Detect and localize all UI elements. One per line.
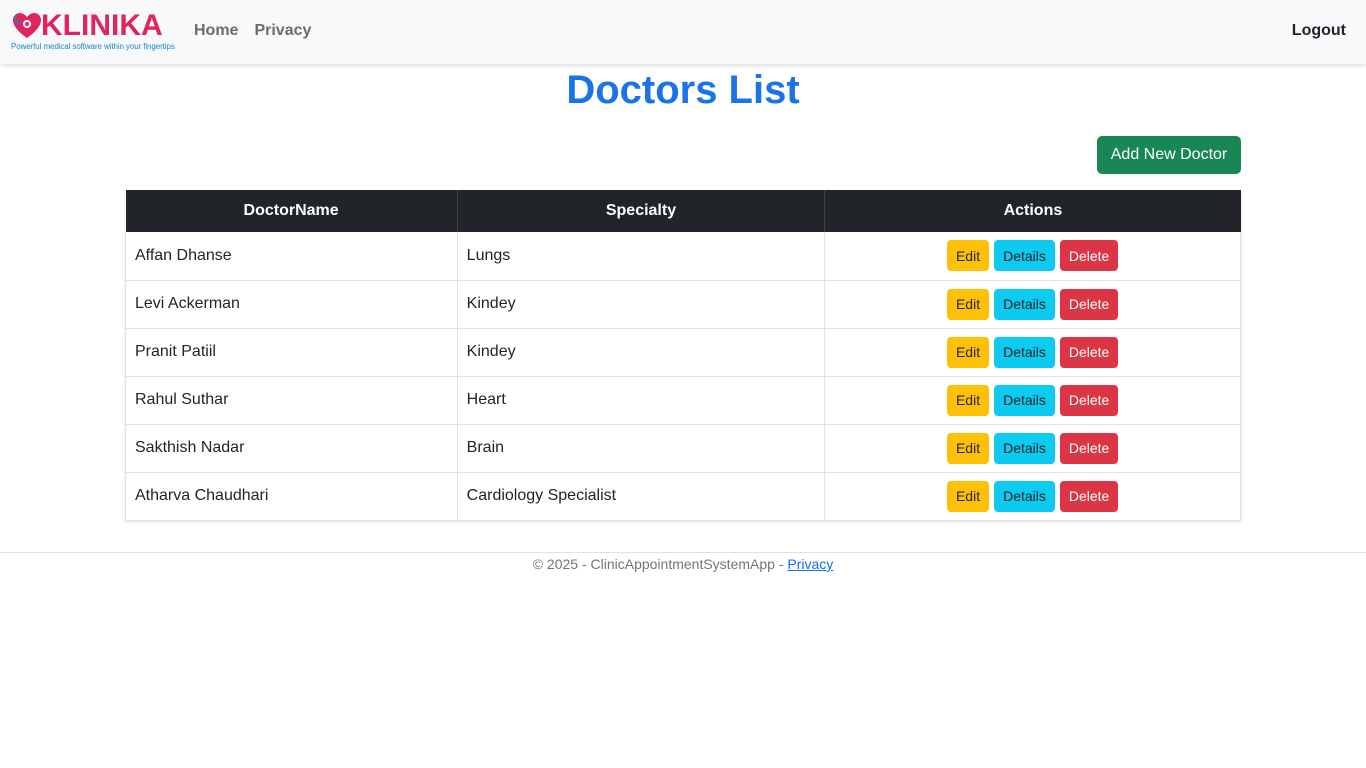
heart-stethoscope-icon [13,13,41,38]
footer-privacy-link[interactable]: Privacy [787,556,833,572]
edit-button[interactable]: Edit [946,432,990,464]
edit-button[interactable]: Edit [946,240,990,272]
doctor-name-cell: Rahul Suthar [125,376,458,425]
actions-cell: Edit Details Delete [824,232,1241,281]
specialty-cell: Brain [457,424,826,473]
specialty-cell: Heart [457,376,826,425]
nav-link-home[interactable]: Home [186,20,246,42]
delete-button[interactable]: Delete [1059,240,1119,272]
doctors-table-container: DoctorName Specialty Actions Affan Dhans… [125,190,1241,521]
brand-row: KLINIKA [11,11,163,41]
doctor-name-cell: Atharva Chaudhari [125,472,458,521]
logout-link[interactable]: Logout [1290,20,1348,42]
delete-button[interactable]: Delete [1059,480,1119,512]
nav-link-privacy[interactable]: Privacy [246,20,319,42]
details-button[interactable]: Details [994,432,1055,464]
table-row: Levi Ackerman Kindey Edit Details Delete [125,280,1241,329]
delete-button[interactable]: Delete [1059,336,1119,368]
footer-copyright: © 2025 - ClinicAppointmentSystemApp - [532,556,788,572]
actions-cell: Edit Details Delete [824,424,1241,473]
table-row: Sakthish Nadar Brain Edit Details Delete [125,424,1241,473]
doctor-name-cell: Levi Ackerman [125,280,458,329]
edit-button[interactable]: Edit [946,480,990,512]
edit-button[interactable]: Edit [946,384,990,416]
delete-button[interactable]: Delete [1059,432,1119,464]
doctors-table: DoctorName Specialty Actions Affan Dhans… [125,190,1241,521]
details-button[interactable]: Details [994,480,1055,512]
table-row: Atharva Chaudhari Cardiology Specialist … [125,472,1241,521]
edit-button[interactable]: Edit [946,336,990,368]
table-row: Rahul Suthar Heart Edit Details Delete [125,376,1241,425]
actions-cell: Edit Details Delete [824,328,1241,377]
specialty-cell: Kindey [457,280,826,329]
table-header: DoctorName Specialty Actions [125,190,1241,232]
delete-button[interactable]: Delete [1059,384,1119,416]
actions-cell: Edit Details Delete [824,376,1241,425]
doctor-name-cell: Sakthish Nadar [125,424,458,473]
brand-logo[interactable]: KLINIKA Powerful medical software within… [11,11,175,53]
delete-button[interactable]: Delete [1059,288,1119,320]
column-header-doctor-name: DoctorName [125,190,458,232]
details-button[interactable]: Details [994,336,1055,368]
actions-cell: Edit Details Delete [824,280,1241,329]
specialty-cell: Kindey [457,328,826,377]
brand-name: KLINIKA [41,9,163,42]
column-header-specialty: Specialty [457,190,826,232]
details-button[interactable]: Details [994,240,1055,272]
specialty-cell: Lungs [457,232,826,281]
details-button[interactable]: Details [994,288,1055,320]
table-row: Pranit Patiil Kindey Edit Details Delete [125,328,1241,377]
doctor-name-cell: Affan Dhanse [125,232,458,281]
specialty-cell: Cardiology Specialist [457,472,826,521]
brand-tagline: Powerful medical software within your fi… [11,42,175,51]
edit-button[interactable]: Edit [946,288,990,320]
column-header-actions: Actions [824,190,1241,232]
table-body: Affan Dhanse Lungs Edit Details Delete L… [125,232,1241,521]
doctor-name-cell: Pranit Patiil [125,328,458,377]
nav-links: Home Privacy [186,20,319,42]
navbar: KLINIKA Powerful medical software within… [0,0,1366,64]
page-title: Doctors List [566,68,800,112]
table-row: Affan Dhanse Lungs Edit Details Delete [125,232,1241,281]
add-new-doctor-button[interactable]: Add New Doctor [1097,136,1241,174]
footer: © 2025 - ClinicAppointmentSystemApp - Pr… [0,552,1366,572]
details-button[interactable]: Details [994,384,1055,416]
actions-cell: Edit Details Delete [824,472,1241,521]
